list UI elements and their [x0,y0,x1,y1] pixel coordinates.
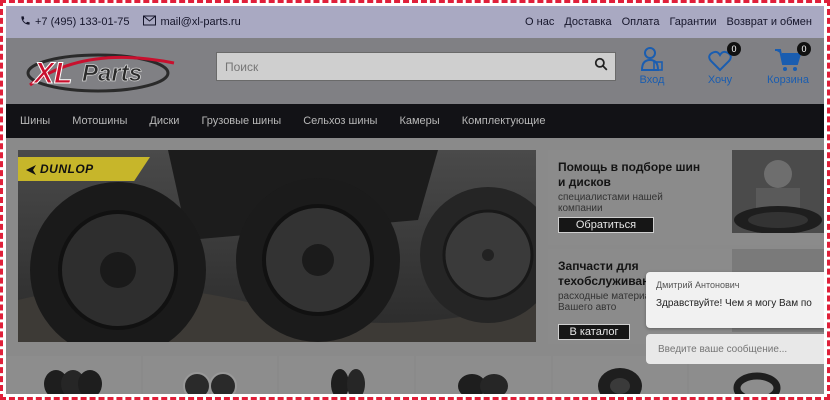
wishlist-button[interactable]: 0 Хочу [686,42,754,86]
cart-icon: 0 [774,42,811,72]
moto-tires-thumb [330,369,365,394]
wishlist-label: Хочу [707,74,733,86]
nav-item-moto-tires[interactable]: Мотошины [72,115,127,127]
nav-item-truck-tires[interactable]: Грузовые шины [201,115,281,127]
top-link-payment[interactable]: Оплата [622,16,660,28]
top-link-returns[interactable]: Возврат и обмен [727,16,812,28]
brand-name: DUNLOP [40,162,94,176]
cart-label: Корзина [767,74,809,86]
user-icon [640,44,664,72]
search-button[interactable] [587,53,615,80]
promo-tire-help[interactable]: Помощь в подборе шин и дисков специалист… [548,150,824,245]
email-address: mail@xl-parts.ru [160,16,241,28]
nav-item-wheels[interactable]: Диски [149,115,179,127]
promo1-subtitle: специалистами нашей компании [558,192,663,214]
chat-message: Здравствуйте! Чем я могу Вам по [656,298,812,309]
heart-icon: 0 [708,42,741,72]
mechanic-image [732,150,824,234]
phone-number: +7 (495) 133-01-75 [35,16,130,28]
promo1-title: Помощь в подборе шин и дисков [558,160,701,189]
main-nav: Шины Мотошины Диски Грузовые шины Сельхо… [6,104,824,138]
contacts: +7 (495) 133-01-75 mail@xl-parts.ru [20,15,241,29]
chat-input-box [646,334,824,364]
chat-agent-name: Дмитрий Антонович [656,280,740,290]
top-link-guarantees[interactable]: Гарантии [669,16,716,28]
login-button[interactable]: Вход [618,44,686,86]
email-contact[interactable]: mail@xl-parts.ru [143,15,241,29]
product-tile[interactable] [142,356,278,394]
nav-item-agri-tires[interactable]: Сельхоз шины [303,115,377,127]
phone-contact[interactable]: +7 (495) 133-01-75 [20,15,129,29]
header: XL Parts Вход 0 [6,38,824,104]
tubes-thumb [733,372,781,394]
wheels-thumb [183,372,237,394]
mail-icon [143,15,157,29]
svg-text:XL: XL [32,57,72,90]
top-nav: О нас Доставка Оплата Гарантии Возврат и… [525,16,812,28]
nav-item-accessories[interactable]: Комплектующие [462,115,546,127]
login-label: Вход [639,74,665,86]
product-tile[interactable] [416,356,551,394]
product-tile[interactable] [6,356,141,394]
chat-bubble[interactable]: Дмитрий Антонович Здравствуйте! Чем я мо… [646,272,824,328]
dunlop-logo-icon [26,164,36,175]
hero-banner[interactable]: DUNLOP [18,150,536,342]
agri-tires-thumb [598,368,643,394]
nav-item-tubes[interactable]: Камеры [399,115,439,127]
header-icons: Вход 0 Хочу 0 Корзина [618,42,822,86]
search-bar [216,52,616,81]
contact-button[interactable]: Обратиться [558,217,654,233]
cart-badge: 0 [797,42,811,56]
logo[interactable]: XL Parts [24,49,184,95]
nav-item-tires[interactable]: Шины [20,115,50,127]
page: +7 (495) 133-01-75 mail@xl-parts.ru О на… [6,6,824,394]
cart-button[interactable]: 0 Корзина [754,42,822,86]
top-link-about[interactable]: О нас [525,16,554,28]
phone-icon [20,15,31,29]
product-tile[interactable] [279,356,415,394]
top-link-delivery[interactable]: Доставка [564,16,611,28]
chat-widget: Дмитрий Антонович Здравствуйте! Чем я мо… [646,272,824,364]
chat-input[interactable] [658,343,824,355]
brand-tab: DUNLOP [18,157,150,181]
search-icon [594,57,608,76]
tires-thumb [44,370,103,394]
search-input[interactable] [217,53,587,80]
truck-tires-thumb [458,374,509,394]
svg-text:Parts: Parts [82,60,142,87]
top-bar: +7 (495) 133-01-75 mail@xl-parts.ru О на… [6,6,824,38]
wishlist-badge: 0 [727,42,741,56]
catalog-button[interactable]: В каталог [558,324,630,340]
